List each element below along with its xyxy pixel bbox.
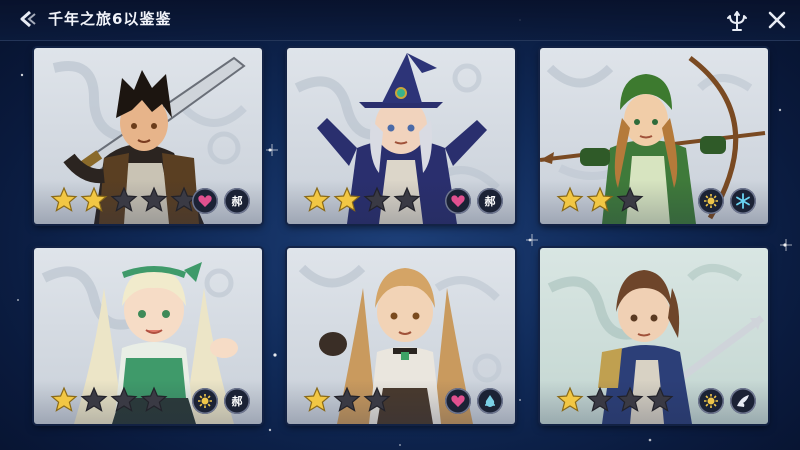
- star-filled-icon: [556, 386, 584, 412]
- card-badges: [445, 388, 503, 414]
- element-badge: [192, 188, 218, 214]
- card-badges: 郝: [445, 188, 503, 214]
- rarity-stars: [50, 386, 168, 414]
- element-badge: [445, 388, 471, 414]
- element-badge: [698, 388, 724, 414]
- star-empty-icon: [646, 386, 674, 412]
- star-empty-icon: [616, 386, 644, 412]
- back-button[interactable]: [12, 4, 42, 34]
- rarity-stars: [50, 186, 198, 214]
- element-badge: [730, 388, 756, 414]
- star-empty-icon: [140, 186, 168, 212]
- element-badge: [730, 188, 756, 214]
- star-empty-icon: [140, 386, 168, 412]
- rarity-stars: [556, 186, 644, 214]
- card-badges: 郝: [192, 188, 250, 214]
- close-button[interactable]: [765, 8, 791, 34]
- element-badge: [477, 388, 503, 414]
- back-arrow-icon: [20, 10, 36, 28]
- trident-icon: [727, 11, 747, 31]
- star-filled-icon: [586, 186, 614, 212]
- sun-icon: [198, 394, 212, 408]
- rarity-stars: [303, 386, 391, 414]
- star-filled-icon: [50, 386, 78, 412]
- star-filled-icon: [303, 186, 331, 212]
- star-filled-icon: [50, 186, 78, 212]
- card-badges: [698, 188, 756, 214]
- character-card[interactable]: [540, 248, 768, 424]
- character-card[interactable]: 郝: [34, 48, 262, 224]
- star-filled-icon: [333, 186, 361, 212]
- rarity-stars: [556, 386, 674, 414]
- faction-badge-label: 郝: [484, 195, 496, 208]
- star-empty-icon: [80, 386, 108, 412]
- character-card[interactable]: 郝: [287, 48, 515, 224]
- element-badge: [445, 188, 471, 214]
- top-bar: 千年之旅6以鉴鉴: [0, 0, 800, 41]
- star-filled-icon: [80, 186, 108, 212]
- star-empty-icon: [110, 186, 138, 212]
- sun-icon: [704, 194, 718, 208]
- card-badges: [698, 388, 756, 414]
- faction-badge-label: 郝: [231, 395, 243, 408]
- heart-icon: [451, 395, 465, 407]
- star-filled-icon: [556, 186, 584, 212]
- trident-button[interactable]: [724, 8, 750, 34]
- star-empty-icon: [393, 186, 421, 212]
- element-badge: [192, 388, 218, 414]
- close-icon: [768, 11, 786, 29]
- snowflake-icon: [736, 193, 750, 209]
- star-empty-icon: [363, 386, 391, 412]
- faction-badge: 郝: [224, 388, 250, 414]
- card-badges: 郝: [192, 388, 250, 414]
- sun-icon: [704, 394, 718, 408]
- star-empty-icon: [110, 386, 138, 412]
- heart-icon: [198, 195, 212, 207]
- element-badge: [698, 188, 724, 214]
- wing-icon: [737, 395, 749, 407]
- star-filled-icon: [303, 386, 331, 412]
- rarity-stars: [303, 186, 421, 214]
- faction-badge-label: 郝: [231, 195, 243, 208]
- character-card[interactable]: [287, 248, 515, 424]
- faction-badge: 郝: [477, 188, 503, 214]
- drop-icon: [485, 395, 495, 407]
- page-title: 千年之旅6以鉴鉴: [48, 10, 172, 28]
- character-card[interactable]: 郝: [34, 248, 262, 424]
- star-empty-icon: [333, 386, 361, 412]
- star-empty-icon: [363, 186, 391, 212]
- star-empty-icon: [586, 386, 614, 412]
- faction-badge: 郝: [224, 188, 250, 214]
- star-empty-icon: [616, 186, 644, 212]
- heart-icon: [451, 195, 465, 207]
- character-card[interactable]: [540, 48, 768, 224]
